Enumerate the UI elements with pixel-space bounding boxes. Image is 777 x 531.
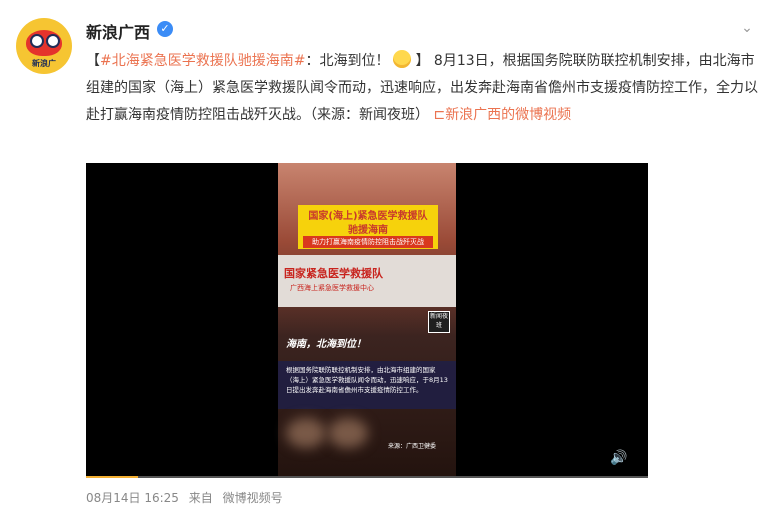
weibo-post: 新浪广 新浪广西 ✓ ⌄ 【#北海紧急医学救援队驰援海南#：北海到位！】 8月1… [0,0,777,531]
video-banner: 国家(海上)紧急医学救援队 驰援海南 助力打赢海南疫情防控阻击战歼灭战 [298,205,438,249]
avatar-eye-right [46,34,60,48]
news-badge: 新闻夜班 [428,311,450,333]
chevron-down-icon[interactable]: ⌄ [737,18,757,38]
progress-bar[interactable] [86,476,648,478]
avatar-eye-left [30,34,44,48]
post-text: 【#北海紧急医学救援队驰援海南#：北海到位！】 8月13日，根据国务院联防联控机… [86,48,766,129]
topic-link[interactable]: #北海紧急医学救援队驰援海南# [100,53,305,69]
post-time[interactable]: 08月14日 16:25 [86,491,179,505]
author-name[interactable]: 新浪广西 [86,19,150,43]
avatar[interactable]: 新浪广 [16,18,72,74]
video-link-label: 新浪广西的微博视频 [445,107,572,123]
cheer-emoji [393,50,412,68]
verified-badge-icon: ✓ [157,21,173,37]
volume-icon[interactable]: 🔊 [610,450,630,466]
video-link-icon: ⊏ [433,107,446,123]
video-player[interactable]: 国家(海上)紧急医学救援队 驰援海南 助力打赢海南疫情防控阻击战歼灭战 国家紧急… [86,163,648,478]
avatar-logo-text: 新浪广 [32,59,56,68]
video-link[interactable]: ⊏新浪广西的微博视频 [433,107,571,123]
post-from: 来自 [188,491,213,505]
video-slogan: 海南，北海到位！ [286,339,366,350]
blurred-face [328,418,368,448]
post-client[interactable]: 微博视频号 [223,491,283,505]
banner-line1: 国家(海上)紧急医学救援队 [308,211,428,222]
video-caption: 根据国务院联防联控机制安排，由北海市组建的国家（海上）紧急医学救援队闻令而动，迅… [286,366,448,394]
video-source: 来源：广西卫健委 [388,443,437,450]
video-caption-box: 根据国务院联防联控机制安排，由北海市组建的国家（海上）紧急医学救援队闻令而动，迅… [278,361,456,409]
bracket-close: 】 [415,53,430,69]
banner-line3: 助力打赢海南疫情防控阻击战歼灭战 [303,236,433,248]
video-truck: 国家紧急医学救援队 广西海上紧急医学救援中心 [278,255,456,307]
banner-line2: 驰援海南 [348,225,388,236]
truck-line1: 国家紧急医学救援队 [284,267,383,280]
blurred-face [286,418,326,448]
progress-fill [86,476,139,478]
truck-line2: 广西海上紧急医学救援中心 [290,284,374,292]
video-frame: 国家(海上)紧急医学救援队 驰援海南 助力打赢海南疫情防控阻击战歼灭战 国家紧急… [278,163,456,478]
topic-suffix: ：北海到位！ [305,53,390,69]
post-footer: 08月14日 16:25 来自 微博视频号 [86,489,289,506]
bracket-open: 【 [86,53,100,69]
